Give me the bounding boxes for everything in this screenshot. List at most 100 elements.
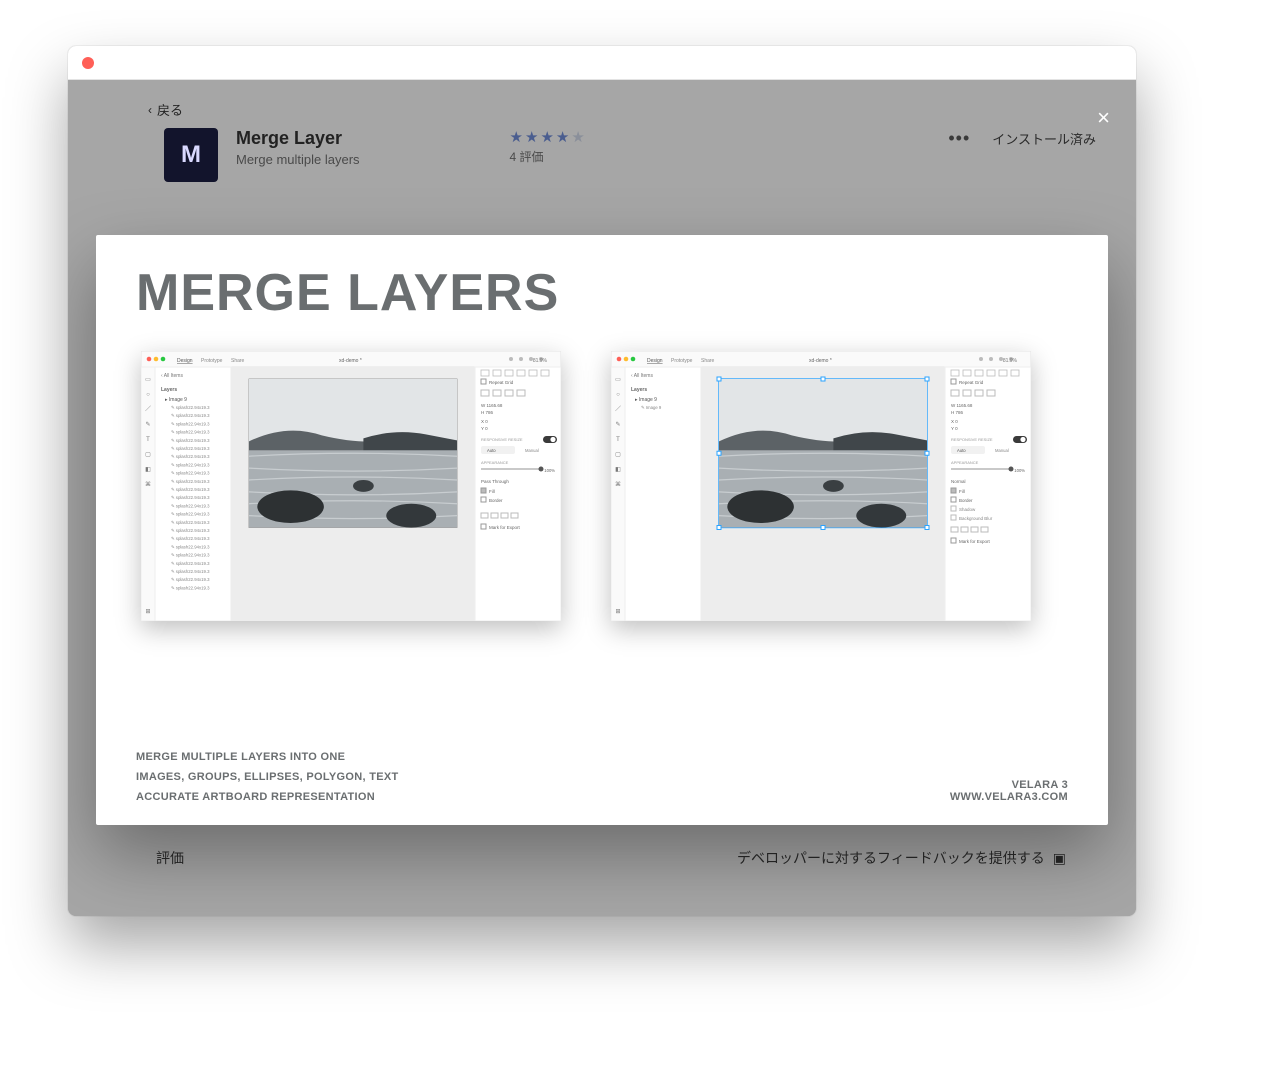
- lightbox-credit-name: VELARA 3: [950, 779, 1068, 791]
- svg-text:◧: ◧: [615, 467, 621, 473]
- svg-text:Mark for Export: Mark for Export: [489, 525, 521, 530]
- svg-text:T: T: [146, 437, 150, 443]
- svg-text:／: ／: [145, 406, 151, 413]
- svg-text:H 786: H 786: [481, 410, 494, 415]
- svg-text:81.9%: 81.9%: [1003, 358, 1018, 364]
- svg-text:✎ splash22.94x19.3: ✎ splash22.94x19.3: [171, 553, 210, 558]
- svg-text:xd-demo *: xd-demo *: [339, 358, 362, 364]
- titlebar: [68, 46, 1136, 80]
- svg-text:Prototype: Prototype: [201, 358, 223, 364]
- traffic-close-icon[interactable]: [82, 57, 94, 69]
- plugin-title: Merge Layer: [236, 128, 360, 149]
- svg-text:81.9%: 81.9%: [533, 358, 548, 364]
- svg-text:◧: ◧: [145, 467, 151, 473]
- svg-text:Design: Design: [177, 358, 193, 364]
- svg-text:Auto: Auto: [957, 448, 966, 453]
- back-button[interactable]: ‹ 戻る: [148, 100, 183, 119]
- svg-text:APPEARANCE: APPEARANCE: [481, 460, 509, 465]
- svg-text:100%: 100%: [1014, 468, 1025, 473]
- install-status: インストール済み: [992, 129, 1096, 148]
- svg-text:✎ splash22.94x19.3: ✎ splash22.94x19.3: [171, 512, 210, 517]
- svg-text:xd-demo *: xd-demo *: [809, 358, 832, 364]
- svg-text:⌘: ⌘: [145, 481, 151, 488]
- svg-text:100%: 100%: [544, 468, 555, 473]
- svg-text:／: ／: [615, 406, 621, 413]
- svg-text:Fill: Fill: [959, 489, 965, 494]
- svg-text:✎ splash22.94x19.3: ✎ splash22.94x19.3: [171, 471, 210, 476]
- svg-text:✎ splash22.94x19.3: ✎ splash22.94x19.3: [171, 520, 210, 525]
- svg-text:✎: ✎: [145, 421, 150, 428]
- svg-text:H 786: H 786: [951, 410, 964, 415]
- plugin-subtitle: Merge multiple layers: [236, 152, 360, 167]
- chevron-left-icon: ‹: [148, 103, 152, 117]
- svg-text:✎ splash22.94x19.3: ✎ splash22.94x19.3: [171, 421, 210, 426]
- back-label: 戻る: [157, 100, 183, 119]
- star-rating: ★★★★★: [510, 128, 587, 146]
- svg-text:X 0: X 0: [481, 419, 488, 424]
- svg-text:Shadow: Shadow: [959, 507, 976, 512]
- svg-text:Repeat Grid: Repeat Grid: [489, 380, 514, 385]
- svg-text:Share: Share: [231, 358, 245, 364]
- svg-text:Border: Border: [489, 498, 503, 503]
- close-icon[interactable]: ×: [1097, 105, 1110, 131]
- svg-text:Prototype: Prototype: [671, 358, 693, 364]
- svg-text:▭: ▭: [145, 377, 151, 383]
- svg-text:✎ splash22.94x19.3: ✎ splash22.94x19.3: [171, 479, 210, 484]
- svg-text:▸ Image 9: ▸ Image 9: [635, 397, 657, 403]
- screenshot-lightbox: MERGE LAYERS Design Prototype Share xd-demo…: [96, 235, 1108, 825]
- plugin-detail-window: ‹ 戻る × M Merge Layer Merge multiple laye…: [68, 46, 1136, 916]
- svg-text:RESPONSIVE RESIZE: RESPONSIVE RESIZE: [951, 437, 993, 442]
- svg-text:✎ splash22.94x19.3: ✎ splash22.94x19.3: [171, 528, 210, 533]
- svg-text:Border: Border: [959, 498, 973, 503]
- svg-text:Repeat Grid: Repeat Grid: [959, 380, 984, 385]
- svg-text:‹ All Items: ‹ All Items: [631, 373, 653, 379]
- svg-text:Layers: Layers: [161, 387, 177, 393]
- lightbox-bullet: MERGE MULTIPLE LAYERS INTO ONE: [136, 751, 399, 763]
- plugin-icon-letter: M: [181, 141, 201, 169]
- developer-feedback-link[interactable]: デベロッパーに対するフィードバックを提供する ▣: [737, 848, 1066, 868]
- lightbox-bullet: ACCURATE ARTBOARD REPRESENTATION: [136, 791, 399, 803]
- svg-text:Y 0: Y 0: [951, 426, 958, 431]
- lightbox-credit-site: WWW.VELARA3.COM: [950, 791, 1068, 803]
- svg-text:✎ splash22.94x19.3: ✎ splash22.94x19.3: [171, 585, 210, 590]
- svg-text:▭: ▭: [615, 377, 621, 383]
- svg-text:⌘: ⌘: [615, 481, 621, 488]
- svg-text:○: ○: [146, 392, 150, 398]
- screenshot-after: DesignPrototypeSharexd-demo *81.9%▭○／✎T▢…: [611, 351, 1031, 621]
- svg-text:✎ Image 9: ✎ Image 9: [641, 405, 662, 410]
- svg-text:✎ splash22.94x19.3: ✎ splash22.94x19.3: [171, 413, 210, 418]
- lightbox-title: MERGE LAYERS: [136, 263, 1068, 323]
- svg-text:✎ splash22.94x19.3: ✎ splash22.94x19.3: [171, 536, 210, 541]
- svg-text:⊞: ⊞: [615, 609, 620, 615]
- svg-text:✎ splash22.94x19.3: ✎ splash22.94x19.3: [171, 438, 210, 443]
- svg-text:Mark for Export: Mark for Export: [959, 539, 991, 544]
- svg-text:✎ splash22.94x19.3: ✎ splash22.94x19.3: [171, 446, 210, 451]
- svg-text:▢: ▢: [145, 452, 151, 458]
- more-options-icon[interactable]: •••: [948, 128, 970, 149]
- feedback-label: デベロッパーに対するフィードバックを提供する: [737, 848, 1045, 868]
- svg-text:W 1165.68: W 1165.68: [951, 403, 973, 408]
- svg-text:✎ splash22.94x19.3: ✎ splash22.94x19.3: [171, 487, 210, 492]
- svg-text:✎ splash22.94x19.3: ✎ splash22.94x19.3: [171, 495, 210, 500]
- rating-section-title: 評価: [156, 848, 184, 868]
- svg-text:Pass Through: Pass Through: [481, 479, 509, 484]
- svg-text:✎ splash22.94x19.3: ✎ splash22.94x19.3: [171, 544, 210, 549]
- svg-text:✎ splash22.94x19.3: ✎ splash22.94x19.3: [171, 405, 210, 410]
- lightbox-bullet: IMAGES, GROUPS, ELLIPSES, POLYGON, TEXT: [136, 771, 399, 783]
- svg-text:Design: Design: [647, 358, 663, 364]
- svg-text:Auto: Auto: [487, 448, 496, 453]
- svg-text:Normal: Normal: [951, 479, 966, 484]
- svg-text:Manual: Manual: [525, 448, 539, 453]
- svg-text:Share: Share: [701, 358, 715, 364]
- svg-text:Y 0: Y 0: [481, 426, 488, 431]
- plugin-header: M Merge Layer Merge multiple layers ★★★★…: [164, 128, 1096, 182]
- svg-text:⊞: ⊞: [145, 609, 150, 615]
- svg-text:RESPONSIVE RESIZE: RESPONSIVE RESIZE: [481, 437, 523, 442]
- svg-text:○: ○: [616, 392, 620, 398]
- svg-text:Layers: Layers: [631, 387, 647, 393]
- svg-text:✎ splash22.94x19.3: ✎ splash22.94x19.3: [171, 454, 210, 459]
- svg-text:T: T: [616, 437, 620, 443]
- svg-text:Fill: Fill: [489, 489, 495, 494]
- svg-text:✎ splash22.94x19.3: ✎ splash22.94x19.3: [171, 430, 210, 435]
- svg-text:✎ splash22.94x19.3: ✎ splash22.94x19.3: [171, 577, 210, 582]
